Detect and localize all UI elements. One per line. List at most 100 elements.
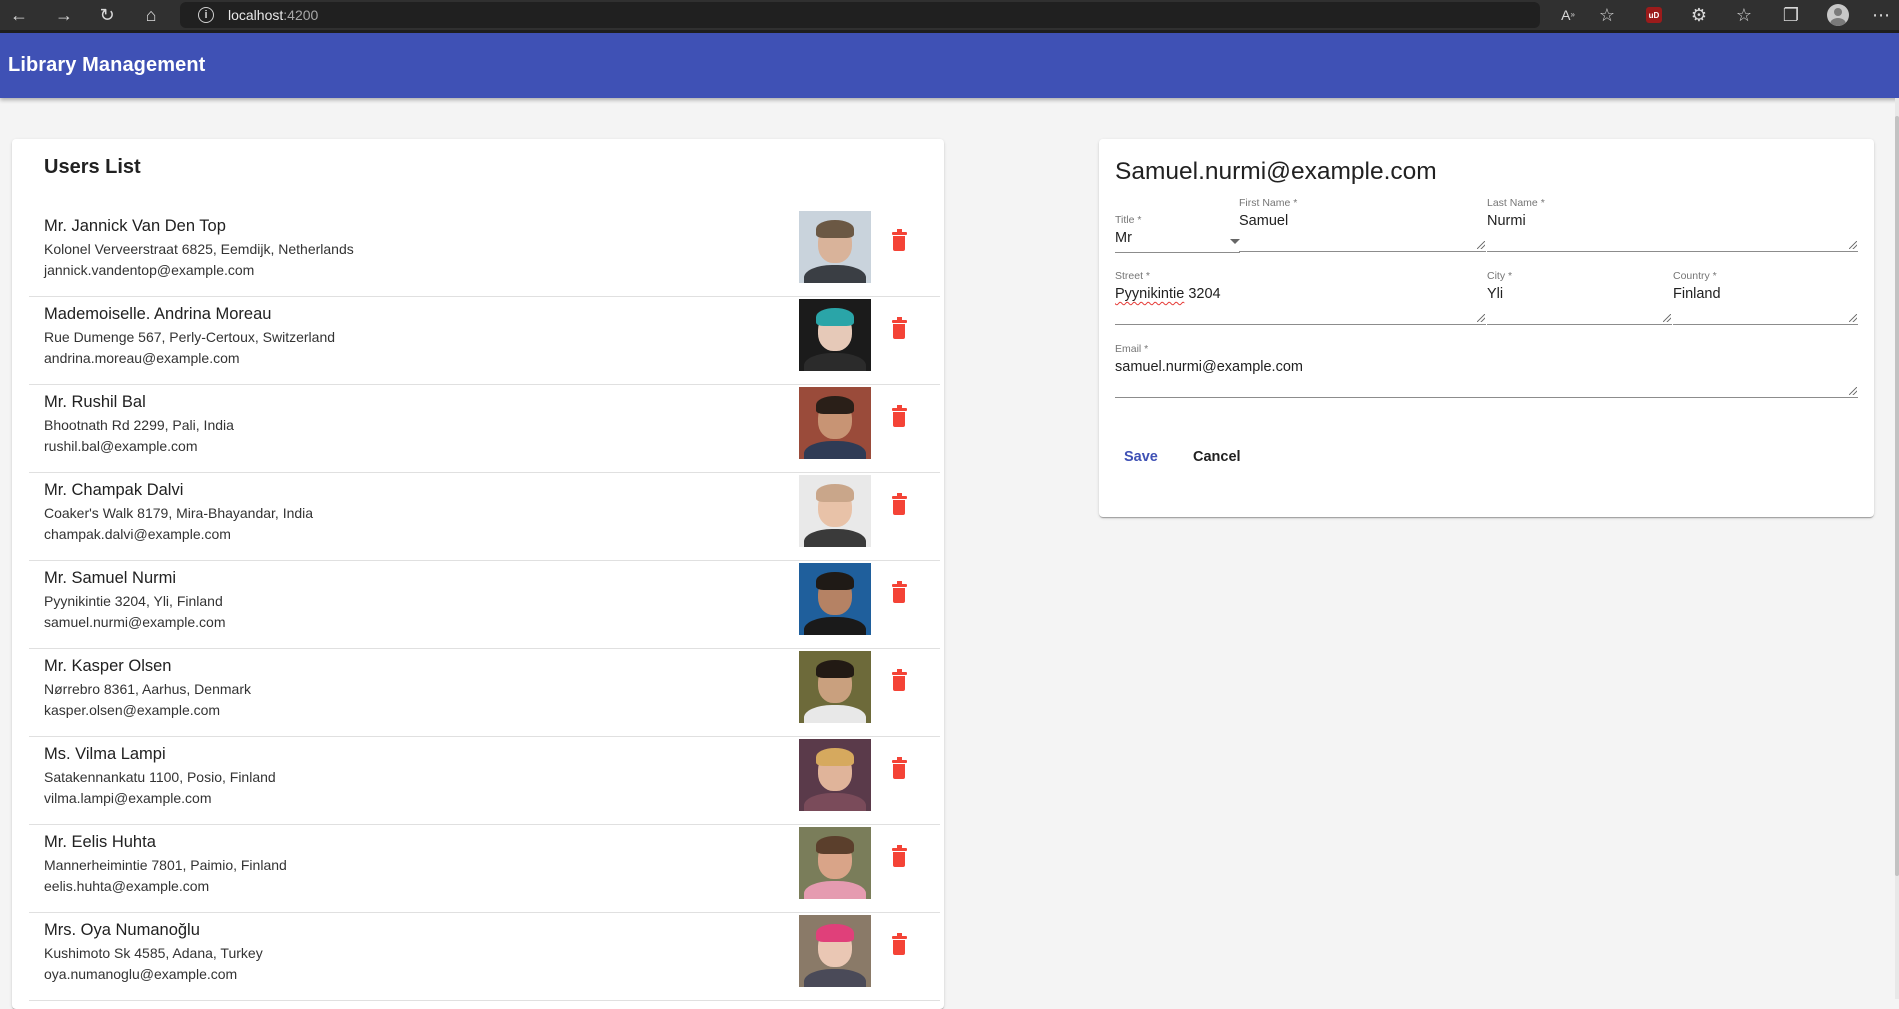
user-address: Kushimoto Sk 4585, Adana, Turkey (44, 945, 263, 961)
user-avatar (799, 299, 871, 371)
city-field[interactable]: City * Yli (1487, 270, 1672, 325)
user-address: Rue Dumenge 567, Perly-Certoux, Switzerl… (44, 329, 336, 345)
first-name-value: Samuel (1239, 213, 1289, 229)
user-avatar (799, 915, 871, 987)
resize-handle-icon[interactable] (1663, 314, 1671, 322)
resize-handle-icon[interactable] (1849, 387, 1857, 395)
delete-user-button[interactable] (887, 317, 911, 348)
trash-icon (891, 581, 907, 603)
user-name: Mr. Champak Dalvi (44, 481, 184, 499)
favorites-icon[interactable]: ☆ (1733, 4, 1755, 26)
delete-user-button[interactable] (887, 405, 911, 436)
title-select[interactable]: Title * Mr (1115, 214, 1240, 253)
trash-icon (891, 757, 907, 779)
cancel-button[interactable]: Cancel (1185, 439, 1249, 475)
user-avatar (799, 387, 871, 459)
user-avatar (799, 563, 871, 635)
user-email: vilma.lampi@example.com (44, 790, 212, 806)
user-list-item[interactable]: Mr. Jannick Van Den Top Kolonel Verveers… (29, 209, 940, 297)
user-address: Kolonel Verveerstraat 6825, Eemdijk, Net… (44, 241, 354, 257)
user-email: andrina.moreau@example.com (44, 350, 240, 366)
user-avatar (799, 475, 871, 547)
resize-handle-icon[interactable] (1477, 241, 1485, 249)
address-bar[interactable]: i localhost:4200 (180, 2, 1540, 28)
delete-user-button[interactable] (887, 757, 911, 788)
user-list-item[interactable]: Ms. Vilma Lampi Satakennankatu 1100, Pos… (29, 737, 940, 825)
trash-icon (891, 845, 907, 867)
trash-icon (891, 405, 907, 427)
user-name: Mr. Eelis Huhta (44, 833, 156, 851)
delete-user-button[interactable] (887, 493, 911, 524)
trash-icon (891, 317, 907, 339)
users-list-title: Users List (44, 156, 141, 178)
last-name-field[interactable]: Last Name * Nurmi (1487, 197, 1858, 252)
users-list: Mr. Jannick Van Den Top Kolonel Verveers… (29, 209, 940, 1001)
delete-user-button[interactable] (887, 581, 911, 612)
back-icon[interactable]: ← (8, 4, 30, 26)
user-avatar (799, 739, 871, 811)
edit-form-title: Samuel.nurmi@example.com (1115, 158, 1437, 185)
user-name: Ms. Vilma Lampi (44, 745, 166, 763)
collections-icon[interactable]: ❐ (1780, 4, 1802, 26)
app-title: Library Management (8, 54, 206, 76)
user-list-item[interactable]: Mrs. Oya Numanoğlu Kushimoto Sk 4585, Ad… (29, 913, 940, 1001)
read-aloud-icon[interactable]: A» (1557, 4, 1579, 26)
first-name-field[interactable]: First Name * Samuel (1239, 197, 1486, 252)
email-field[interactable]: Email * samuel.nurmi@example.com (1115, 343, 1858, 398)
users-list-card: Users List Mr. Jannick Van Den Top Kolon… (12, 139, 944, 1009)
resize-handle-icon[interactable] (1849, 314, 1857, 322)
trash-icon (891, 933, 907, 955)
delete-user-button[interactable] (887, 845, 911, 876)
save-button[interactable]: Save (1116, 439, 1166, 475)
user-list-item[interactable]: Mr. Eelis Huhta Mannerheimintie 7801, Pa… (29, 825, 940, 913)
home-icon[interactable]: ⌂ (140, 4, 162, 26)
country-field[interactable]: Country * Finland (1673, 270, 1858, 325)
user-name: Mr. Jannick Van Den Top (44, 217, 226, 235)
ublock-extension-icon[interactable]: uD (1646, 7, 1662, 23)
email-label: Email * (1115, 343, 1149, 355)
add-favorite-icon[interactable]: ☆ (1596, 4, 1618, 26)
profile-avatar-icon[interactable] (1827, 4, 1849, 26)
extensions-icon[interactable]: ⚙ (1688, 4, 1710, 26)
user-name: Mrs. Oya Numanoğlu (44, 921, 200, 939)
resize-handle-icon[interactable] (1477, 314, 1485, 322)
forward-icon[interactable]: → (53, 4, 75, 26)
user-email: samuel.nurmi@example.com (44, 614, 226, 630)
site-info-icon[interactable]: i (198, 7, 214, 23)
last-name-value: Nurmi (1487, 213, 1526, 229)
trash-icon (891, 229, 907, 251)
title-value: Mr (1115, 230, 1132, 246)
user-list-item[interactable]: Mr. Rushil Bal Bhootnath Rd 2299, Pali, … (29, 385, 940, 473)
email-value: samuel.nurmi@example.com (1115, 359, 1303, 375)
user-email: jannick.vandentop@example.com (44, 262, 255, 278)
delete-user-button[interactable] (887, 933, 911, 964)
browser-toolbar: ← → ↻ ⌂ i localhost:4200 A» ☆ uD ⚙ ☆ ❐ ⋯ (0, 0, 1899, 33)
street-field[interactable]: Street * Pyynikintie 3204 (1115, 270, 1486, 325)
user-name: Mr. Samuel Nurmi (44, 569, 177, 587)
user-list-item[interactable]: Mr. Kasper Olsen Nørrebro 8361, Aarhus, … (29, 649, 940, 737)
more-options-icon[interactable]: ⋯ (1870, 4, 1892, 26)
user-list-item[interactable]: Mr. Champak Dalvi Coaker's Walk 8179, Mi… (29, 473, 940, 561)
city-label: City * (1487, 270, 1513, 282)
delete-user-button[interactable] (887, 669, 911, 700)
user-email: champak.dalvi@example.com (44, 526, 231, 542)
user-email: rushil.bal@example.com (44, 438, 198, 454)
app-toolbar: Library Management (0, 33, 1899, 98)
country-label: Country * (1673, 270, 1717, 282)
title-label: Title * (1115, 214, 1142, 226)
user-address: Nørrebro 8361, Aarhus, Denmark (44, 681, 251, 697)
user-list-item[interactable]: Mr. Samuel Nurmi Pyynikintie 3204, Yli, … (29, 561, 940, 649)
delete-user-button[interactable] (887, 229, 911, 260)
page-scrollbar-thumb[interactable] (1895, 116, 1899, 876)
user-name: Mr. Kasper Olsen (44, 657, 172, 675)
first-name-label: First Name * (1239, 197, 1298, 209)
resize-handle-icon[interactable] (1849, 241, 1857, 249)
reload-icon[interactable]: ↻ (96, 4, 118, 26)
last-name-label: Last Name * (1487, 197, 1545, 209)
street-value: Pyynikintie 3204 (1115, 286, 1221, 302)
url-text: localhost:4200 (228, 7, 319, 23)
city-value: Yli (1487, 286, 1504, 302)
user-email: eelis.huhta@example.com (44, 878, 210, 894)
user-list-item[interactable]: Mademoiselle. Andrina Moreau Rue Dumenge… (29, 297, 940, 385)
user-address: Mannerheimintie 7801, Paimio, Finland (44, 857, 287, 873)
